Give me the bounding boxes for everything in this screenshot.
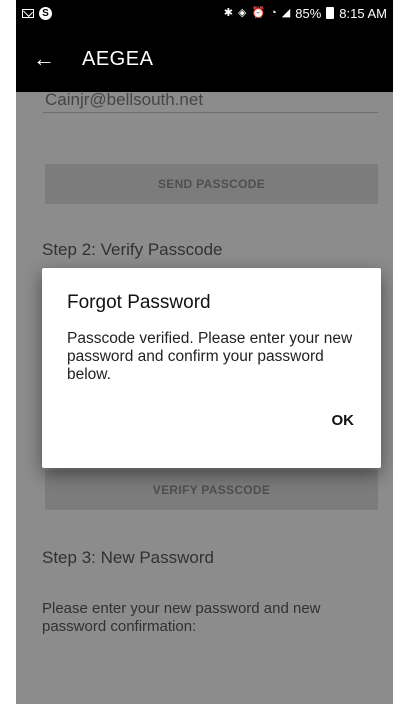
forgot-password-dialog: Forgot Password Passcode verified. Pleas… <box>42 268 381 468</box>
signal-icon: ◢ <box>281 6 291 19</box>
alarm-icon: ⏰ <box>251 6 266 19</box>
ok-button[interactable]: OK <box>332 412 355 429</box>
back-arrow-icon: ← <box>33 46 55 71</box>
status-time: 8:15 AM <box>339 5 387 21</box>
status-bar: S ✱ ◈ ⏰ ◔ ◢ 85% 8:15 AM <box>16 0 393 26</box>
phone-screen: S ✱ ◈ ⏰ ◔ ◢ 85% 8:15 AM ← AEGEA Cainjr@b… <box>16 0 393 704</box>
mail-notification-icon <box>22 8 34 18</box>
app-bar: ← AEGEA <box>16 26 393 92</box>
dialog-title: Forgot Password <box>67 292 211 313</box>
skype-notification-icon: S <box>39 6 52 20</box>
status-left: S <box>22 6 52 20</box>
app-title: AEGEA <box>82 47 154 70</box>
wifi-icon: ◔ <box>270 6 277 19</box>
back-button[interactable]: ← <box>16 26 72 92</box>
battery-percent: 85% <box>295 5 322 21</box>
battery-icon <box>326 7 335 19</box>
dialog-message: Passcode verified. Please enter your new… <box>67 330 353 383</box>
vibrate-icon: ◈ <box>237 6 247 19</box>
status-right: ✱ ◈ ⏰ ◔ ◢ 85% 8:15 AM <box>224 6 387 21</box>
bluetooth-icon: ✱ <box>223 6 233 19</box>
